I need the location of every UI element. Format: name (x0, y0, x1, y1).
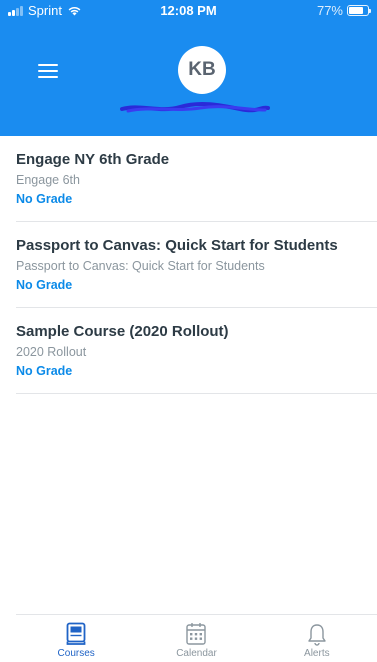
tab-label: Alerts (304, 648, 330, 659)
course-item[interactable]: Engage NY 6th Grade Engage 6th No Grade (16, 136, 377, 222)
tab-alerts[interactable]: Alerts (257, 615, 377, 662)
course-list: Engage NY 6th Grade Engage 6th No Grade … (16, 136, 377, 394)
course-grade: No Grade (16, 192, 73, 206)
course-title: Sample Course (2020 Rollout) (16, 323, 229, 340)
tab-label: Calendar (176, 648, 217, 659)
status-bar: Sprint 12:08 PM 77% (0, 0, 377, 20)
course-item[interactable]: Sample Course (2020 Rollout) 2020 Rollou… (16, 308, 377, 394)
tab-calendar[interactable]: Calendar (136, 615, 256, 662)
status-right: 77% (316, 3, 371, 18)
course-item[interactable]: Passport to Canvas: Quick Start for Stud… (16, 222, 377, 308)
course-subtitle: Engage 6th (16, 173, 80, 187)
course-subtitle: 2020 Rollout (16, 345, 87, 359)
course-title: Passport to Canvas: Quick Start for Stud… (16, 237, 338, 254)
course-grade: No Grade (16, 364, 73, 378)
book-icon (66, 622, 86, 645)
course-title: Engage NY 6th Grade (16, 151, 170, 168)
course-subtitle: Passport to Canvas: Quick Start for Stud… (16, 259, 265, 273)
battery-icon (347, 5, 371, 16)
tab-courses[interactable]: Courses (16, 615, 136, 662)
header-bar: Sprint 12:08 PM 77% KB (0, 0, 377, 136)
tab-bar: Courses Calendar Alerts (16, 614, 377, 662)
courses-screen: Sprint 12:08 PM 77% KB Engage NY 6th Gra… (0, 0, 377, 662)
bell-icon (308, 624, 326, 646)
redacted-name-scribble (120, 101, 270, 113)
battery-percent: 77% (316, 3, 343, 18)
tab-label: Courses (57, 648, 95, 659)
course-grade: No Grade (16, 278, 73, 292)
calendar-icon (186, 623, 207, 645)
avatar[interactable]: KB (178, 46, 226, 94)
menu-icon[interactable] (38, 64, 58, 78)
